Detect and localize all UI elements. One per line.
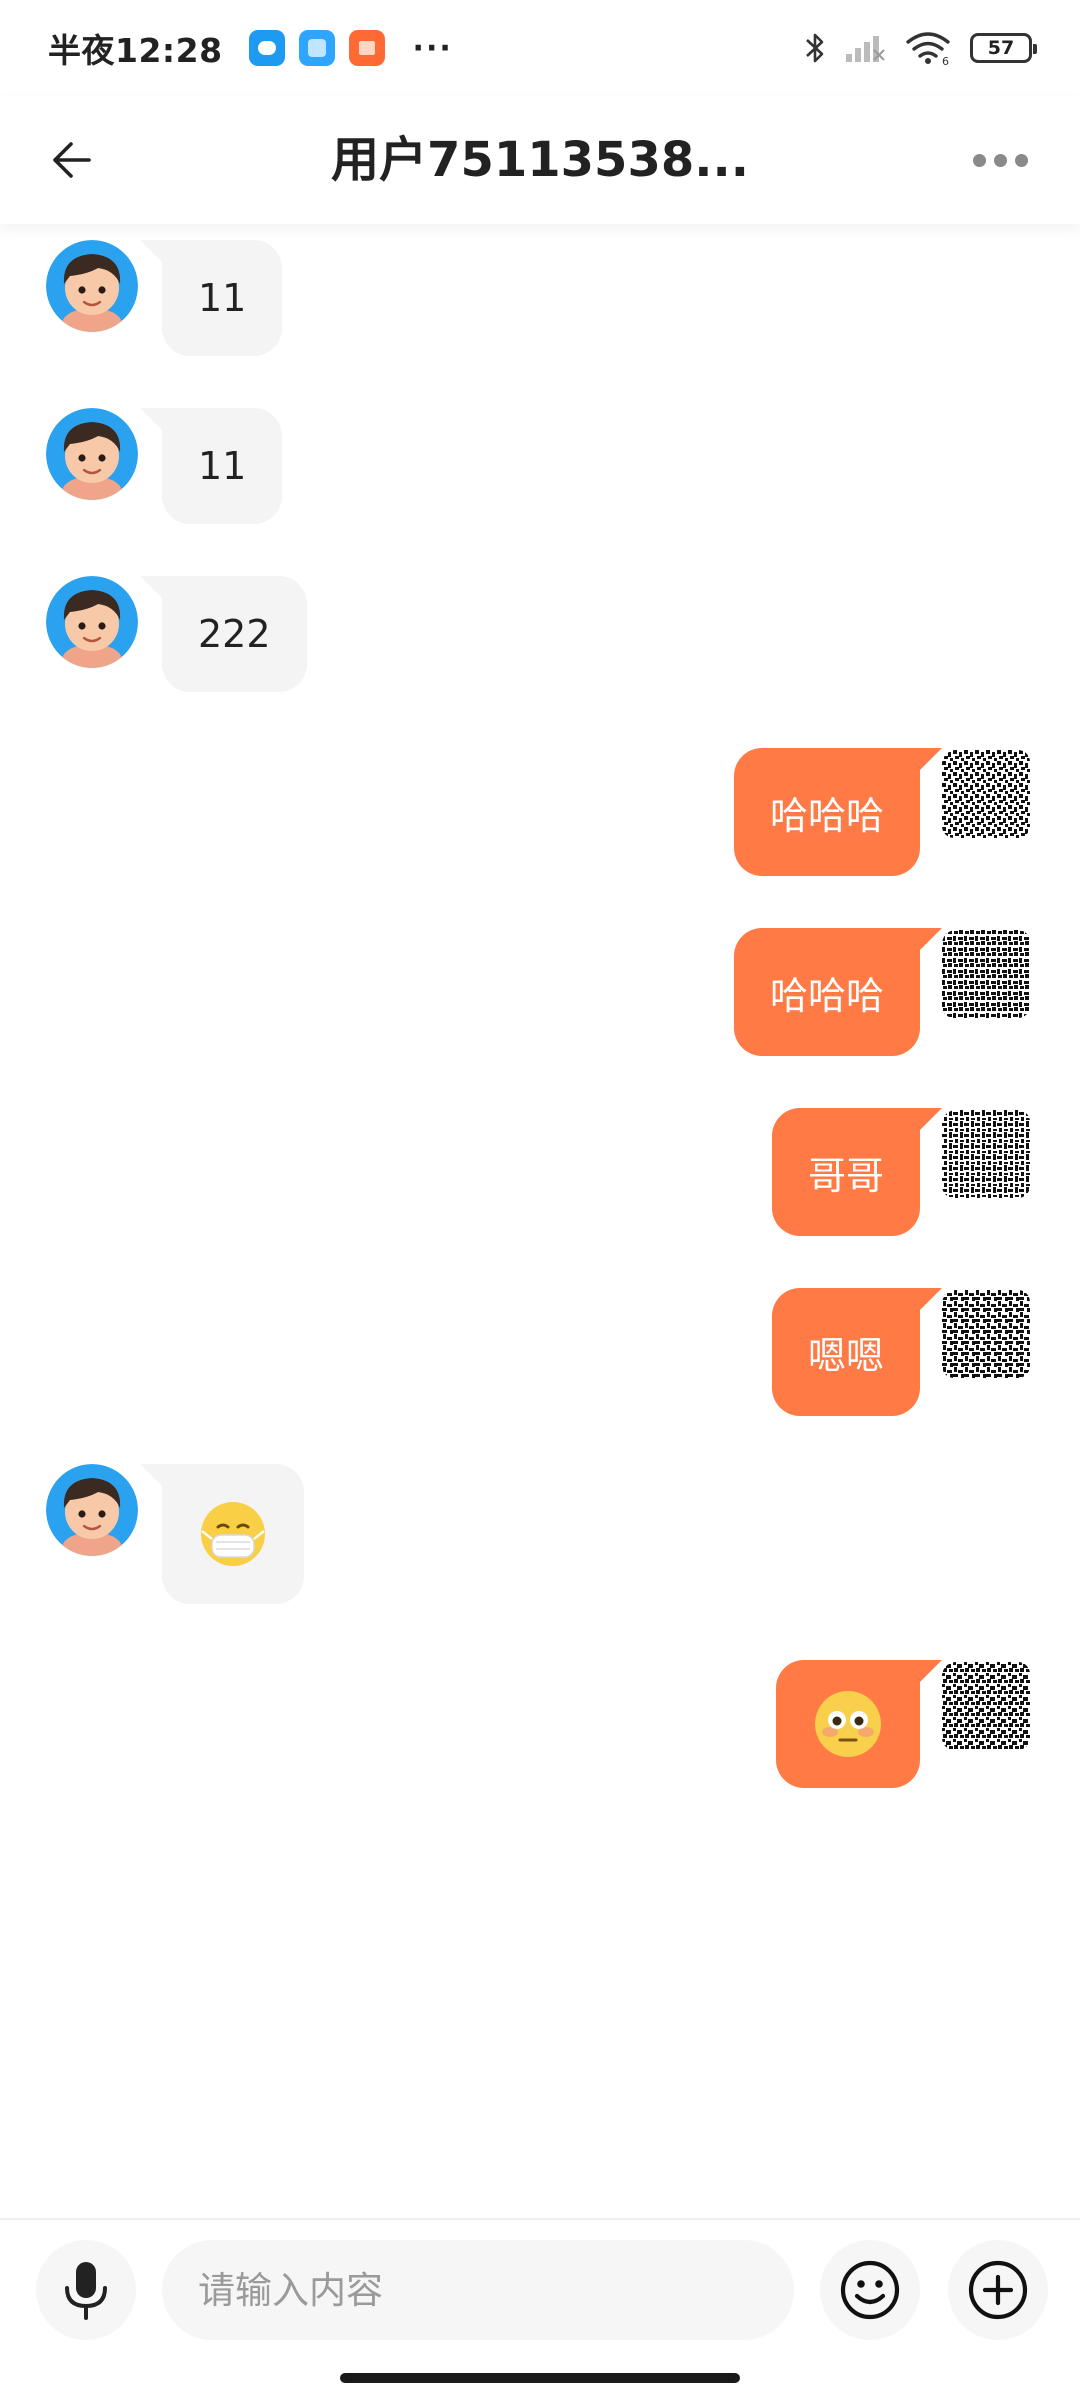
more-dots-icon (972, 153, 986, 167)
qr-pattern-avatar[interactable] (942, 1662, 1034, 1754)
cartoon-boy-avatar[interactable] (46, 240, 138, 332)
message-text: 11 (198, 444, 247, 488)
message-text: 哥哥 (807, 1153, 884, 1198)
input-bar (0, 2218, 1080, 2350)
home-indicator[interactable] (340, 2373, 740, 2383)
emoji-button[interactable] (820, 2240, 920, 2340)
plus-circle-icon (968, 2260, 1028, 2320)
signal-icon (846, 36, 885, 62)
back-button[interactable] (44, 132, 100, 188)
message-bubble[interactable]: 哥哥 (771, 1108, 943, 1236)
chat-screen: 半夜12:28 ··· 6 57 用户75113538... 11 11 222… (0, 0, 1080, 2400)
status-left: 半夜12:28 ··· (48, 24, 453, 72)
cartoon-boy-avatar[interactable] (46, 408, 138, 500)
message-text: 哈哈哈 (769, 793, 884, 838)
message-text: 11 (198, 276, 247, 320)
microphone-icon (65, 2262, 107, 2320)
message-bubble[interactable] (140, 1464, 304, 1604)
more-notifications-icon: ··· (412, 30, 453, 66)
message-list[interactable]: 11 11 222 哈哈哈 哈哈哈 哥哥 嗯嗯 (0, 224, 1080, 2214)
message-bubble[interactable]: 11 (139, 408, 283, 524)
battery-indicator: 57 (970, 33, 1037, 63)
chat-title: 用户75113538... (331, 132, 749, 188)
flushed-face-icon (815, 1691, 881, 1757)
message-input[interactable] (162, 2240, 794, 2340)
message-text: 哈哈哈 (769, 973, 884, 1018)
chat-header: 用户75113538... (0, 96, 1080, 224)
qr-pattern-avatar[interactable] (942, 930, 1034, 1022)
cartoon-boy-avatar[interactable] (46, 576, 138, 668)
message-text: 222 (198, 612, 271, 656)
cartoon-boy-avatar[interactable] (46, 1464, 138, 1556)
voice-button[interactable] (36, 2240, 136, 2340)
qr-pattern-avatar[interactable] (942, 750, 1034, 842)
message-bubble[interactable] (776, 1660, 942, 1788)
status-time: 半夜12:28 (48, 31, 223, 70)
cloud-app-icon (248, 30, 285, 66)
status-bar: 半夜12:28 ··· 6 57 (0, 0, 1080, 96)
message-text: 嗯嗯 (807, 1333, 884, 1378)
add-attachment-button[interactable] (948, 2240, 1048, 2340)
qr-pattern-avatar[interactable] (942, 1290, 1034, 1382)
smiley-icon (840, 2260, 900, 2320)
status-right: 6 57 (804, 30, 1037, 66)
notes-app-icon (298, 30, 335, 66)
qr-pattern-avatar[interactable] (942, 1110, 1034, 1202)
face-with-medical-mask-icon (201, 1502, 265, 1566)
wifi-icon: 6 (906, 32, 950, 66)
shopping-app-icon (348, 30, 385, 66)
more-options-button[interactable] (960, 132, 1040, 188)
message-bubble[interactable]: 哈哈哈 (733, 928, 943, 1056)
wifi-badge: 6 (942, 55, 949, 66)
bluetooth-icon (806, 33, 824, 63)
message-bubble[interactable]: 222 (140, 576, 307, 692)
message-bubble[interactable]: 11 (139, 240, 283, 356)
back-arrow-icon (53, 142, 91, 178)
message-bubble[interactable]: 嗯嗯 (771, 1288, 943, 1416)
message-bubble[interactable]: 哈哈哈 (733, 748, 943, 876)
